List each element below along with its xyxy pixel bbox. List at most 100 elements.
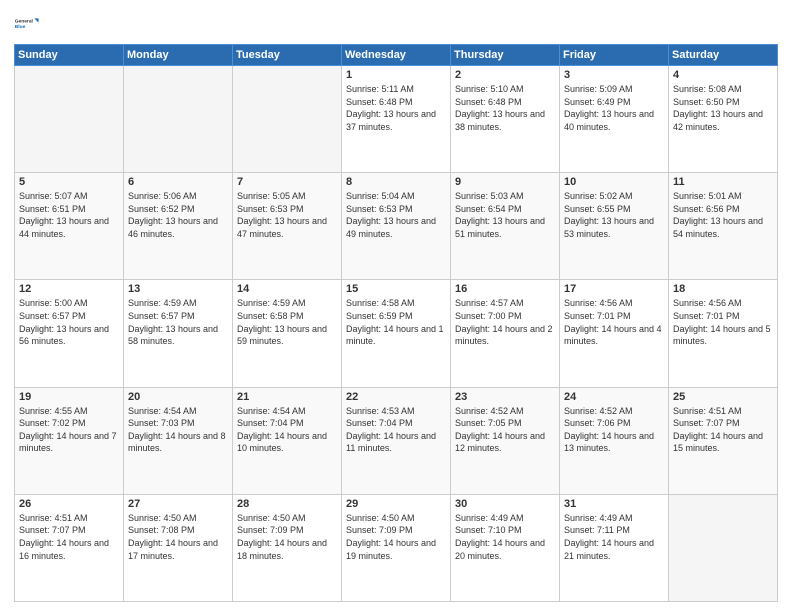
day-number: 8 [346, 176, 446, 188]
day-number: 19 [19, 391, 119, 403]
calendar-cell: 21 Sunrise: 4:54 AM Sunset: 7:04 PM Dayli… [233, 387, 342, 494]
day-number: 5 [19, 176, 119, 188]
day-info: Sunrise: 4:52 AM Sunset: 7:05 PM Dayligh… [455, 405, 555, 455]
logo: GeneralBlue [14, 10, 42, 38]
calendar-cell: 15 Sunrise: 4:58 AM Sunset: 6:59 PM Dayli… [342, 280, 451, 387]
calendar-cell: 1 Sunrise: 5:11 AM Sunset: 6:48 PM Daylig… [342, 66, 451, 173]
day-number: 9 [455, 176, 555, 188]
calendar-cell: 2 Sunrise: 5:10 AM Sunset: 6:48 PM Daylig… [451, 66, 560, 173]
calendar-cell: 9 Sunrise: 5:03 AM Sunset: 6:54 PM Daylig… [451, 173, 560, 280]
calendar-cell: 13 Sunrise: 4:59 AM Sunset: 6:57 PM Dayli… [124, 280, 233, 387]
calendar-cell: 6 Sunrise: 5:06 AM Sunset: 6:52 PM Daylig… [124, 173, 233, 280]
weekday-header: Monday [124, 45, 233, 66]
calendar-cell: 22 Sunrise: 4:53 AM Sunset: 7:04 PM Dayli… [342, 387, 451, 494]
day-number: 18 [673, 283, 773, 295]
calendar-cell: 7 Sunrise: 5:05 AM Sunset: 6:53 PM Daylig… [233, 173, 342, 280]
day-number: 22 [346, 391, 446, 403]
calendar-cell [669, 494, 778, 601]
day-info: Sunrise: 5:07 AM Sunset: 6:51 PM Dayligh… [19, 190, 119, 240]
weekday-header: Thursday [451, 45, 560, 66]
day-number: 27 [128, 498, 228, 510]
page-header: GeneralBlue [14, 10, 778, 38]
calendar-cell: 10Sunrise: 5:02 AM Sunset: 6:55 PM Dayli… [560, 173, 669, 280]
day-info: Sunrise: 5:04 AM Sunset: 6:53 PM Dayligh… [346, 190, 446, 240]
day-info: Sunrise: 5:06 AM Sunset: 6:52 PM Dayligh… [128, 190, 228, 240]
day-number: 25 [673, 391, 773, 403]
calendar-cell: 24 Sunrise: 4:52 AM Sunset: 7:06 PM Dayli… [560, 387, 669, 494]
day-number: 23 [455, 391, 555, 403]
calendar-week-row: 1 Sunrise: 5:11 AM Sunset: 6:48 PM Daylig… [15, 66, 778, 173]
day-number: 4 [673, 69, 773, 81]
calendar-cell: 18 Sunrise: 4:56 AM Sunset: 7:01 PM Dayli… [669, 280, 778, 387]
calendar-cell: 27 Sunrise: 4:50 AM Sunset: 7:08 PM Dayli… [124, 494, 233, 601]
day-info: Sunrise: 5:08 AM Sunset: 6:50 PM Dayligh… [673, 83, 773, 133]
day-info: Sunrise: 4:50 AM Sunset: 7:08 PM Dayligh… [128, 512, 228, 562]
day-number: 1 [346, 69, 446, 81]
day-info: Sunrise: 5:03 AM Sunset: 6:54 PM Dayligh… [455, 190, 555, 240]
day-number: 21 [237, 391, 337, 403]
day-number: 13 [128, 283, 228, 295]
day-info: Sunrise: 4:50 AM Sunset: 7:09 PM Dayligh… [237, 512, 337, 562]
day-info: Sunrise: 4:58 AM Sunset: 6:59 PM Dayligh… [346, 297, 446, 347]
day-info: Sunrise: 4:55 AM Sunset: 7:02 PM Dayligh… [19, 405, 119, 455]
day-info: Sunrise: 5:01 AM Sunset: 6:56 PM Dayligh… [673, 190, 773, 240]
day-info: Sunrise: 5:00 AM Sunset: 6:57 PM Dayligh… [19, 297, 119, 347]
calendar-header-row: SundayMondayTuesdayWednesdayThursdayFrid… [15, 45, 778, 66]
day-info: Sunrise: 4:54 AM Sunset: 7:04 PM Dayligh… [237, 405, 337, 455]
day-number: 24 [564, 391, 664, 403]
calendar-cell: 5 Sunrise: 5:07 AM Sunset: 6:51 PM Daylig… [15, 173, 124, 280]
calendar-cell: 19 Sunrise: 4:55 AM Sunset: 7:02 PM Dayli… [15, 387, 124, 494]
calendar-cell: 28Sunrise: 4:50 AM Sunset: 7:09 PM Dayli… [233, 494, 342, 601]
calendar-cell: 23 Sunrise: 4:52 AM Sunset: 7:05 PM Dayli… [451, 387, 560, 494]
day-number: 11 [673, 176, 773, 188]
calendar-cell: 31Sunrise: 4:49 AM Sunset: 7:11 PM Dayli… [560, 494, 669, 601]
calendar-cell [15, 66, 124, 173]
day-number: 16 [455, 283, 555, 295]
day-number: 30 [455, 498, 555, 510]
calendar-cell: 3 Sunrise: 5:09 AM Sunset: 6:49 PM Daylig… [560, 66, 669, 173]
calendar-cell: 17Sunrise: 4:56 AM Sunset: 7:01 PM Dayli… [560, 280, 669, 387]
day-info: Sunrise: 5:05 AM Sunset: 6:53 PM Dayligh… [237, 190, 337, 240]
day-info: Sunrise: 5:09 AM Sunset: 6:49 PM Dayligh… [564, 83, 664, 133]
day-number: 15 [346, 283, 446, 295]
day-info: Sunrise: 4:54 AM Sunset: 7:03 PM Dayligh… [128, 405, 228, 455]
weekday-header: Wednesday [342, 45, 451, 66]
day-info: Sunrise: 4:51 AM Sunset: 7:07 PM Dayligh… [673, 405, 773, 455]
day-number: 7 [237, 176, 337, 188]
day-number: 2 [455, 69, 555, 81]
day-info: Sunrise: 4:51 AM Sunset: 7:07 PM Dayligh… [19, 512, 119, 562]
calendar-week-row: 19 Sunrise: 4:55 AM Sunset: 7:02 PM Dayli… [15, 387, 778, 494]
day-number: 10 [564, 176, 664, 188]
calendar-cell [124, 66, 233, 173]
calendar-cell: 4 Sunrise: 5:08 AM Sunset: 6:50 PM Daylig… [669, 66, 778, 173]
day-number: 14 [237, 283, 337, 295]
day-info: Sunrise: 4:50 AM Sunset: 7:09 PM Dayligh… [346, 512, 446, 562]
day-number: 6 [128, 176, 228, 188]
day-info: Sunrise: 4:49 AM Sunset: 7:11 PM Dayligh… [564, 512, 664, 562]
day-number: 17 [564, 283, 664, 295]
svg-text:Blue: Blue [15, 24, 26, 30]
day-number: 26 [19, 498, 119, 510]
day-number: 3 [564, 69, 664, 81]
calendar-cell: 30Sunrise: 4:49 AM Sunset: 7:10 PM Dayli… [451, 494, 560, 601]
day-info: Sunrise: 4:57 AM Sunset: 7:00 PM Dayligh… [455, 297, 555, 347]
logo-icon: GeneralBlue [14, 10, 42, 38]
calendar-cell: 14Sunrise: 4:59 AM Sunset: 6:58 PM Dayli… [233, 280, 342, 387]
calendar-cell: 20 Sunrise: 4:54 AM Sunset: 7:03 PM Dayli… [124, 387, 233, 494]
calendar-week-row: 26 Sunrise: 4:51 AM Sunset: 7:07 PM Dayli… [15, 494, 778, 601]
calendar-week-row: 5 Sunrise: 5:07 AM Sunset: 6:51 PM Daylig… [15, 173, 778, 280]
day-info: Sunrise: 5:10 AM Sunset: 6:48 PM Dayligh… [455, 83, 555, 133]
day-info: Sunrise: 5:11 AM Sunset: 6:48 PM Dayligh… [346, 83, 446, 133]
weekday-header: Saturday [669, 45, 778, 66]
day-info: Sunrise: 4:56 AM Sunset: 7:01 PM Dayligh… [673, 297, 773, 347]
day-number: 29 [346, 498, 446, 510]
day-info: Sunrise: 4:52 AM Sunset: 7:06 PM Dayligh… [564, 405, 664, 455]
calendar-table: SundayMondayTuesdayWednesdayThursdayFrid… [14, 44, 778, 602]
day-info: Sunrise: 4:59 AM Sunset: 6:57 PM Dayligh… [128, 297, 228, 347]
calendar-cell: 12Sunrise: 5:00 AM Sunset: 6:57 PM Dayli… [15, 280, 124, 387]
calendar-cell: 26 Sunrise: 4:51 AM Sunset: 7:07 PM Dayli… [15, 494, 124, 601]
day-number: 20 [128, 391, 228, 403]
day-info: Sunrise: 4:53 AM Sunset: 7:04 PM Dayligh… [346, 405, 446, 455]
svg-text:General: General [15, 19, 34, 25]
weekday-header: Sunday [15, 45, 124, 66]
